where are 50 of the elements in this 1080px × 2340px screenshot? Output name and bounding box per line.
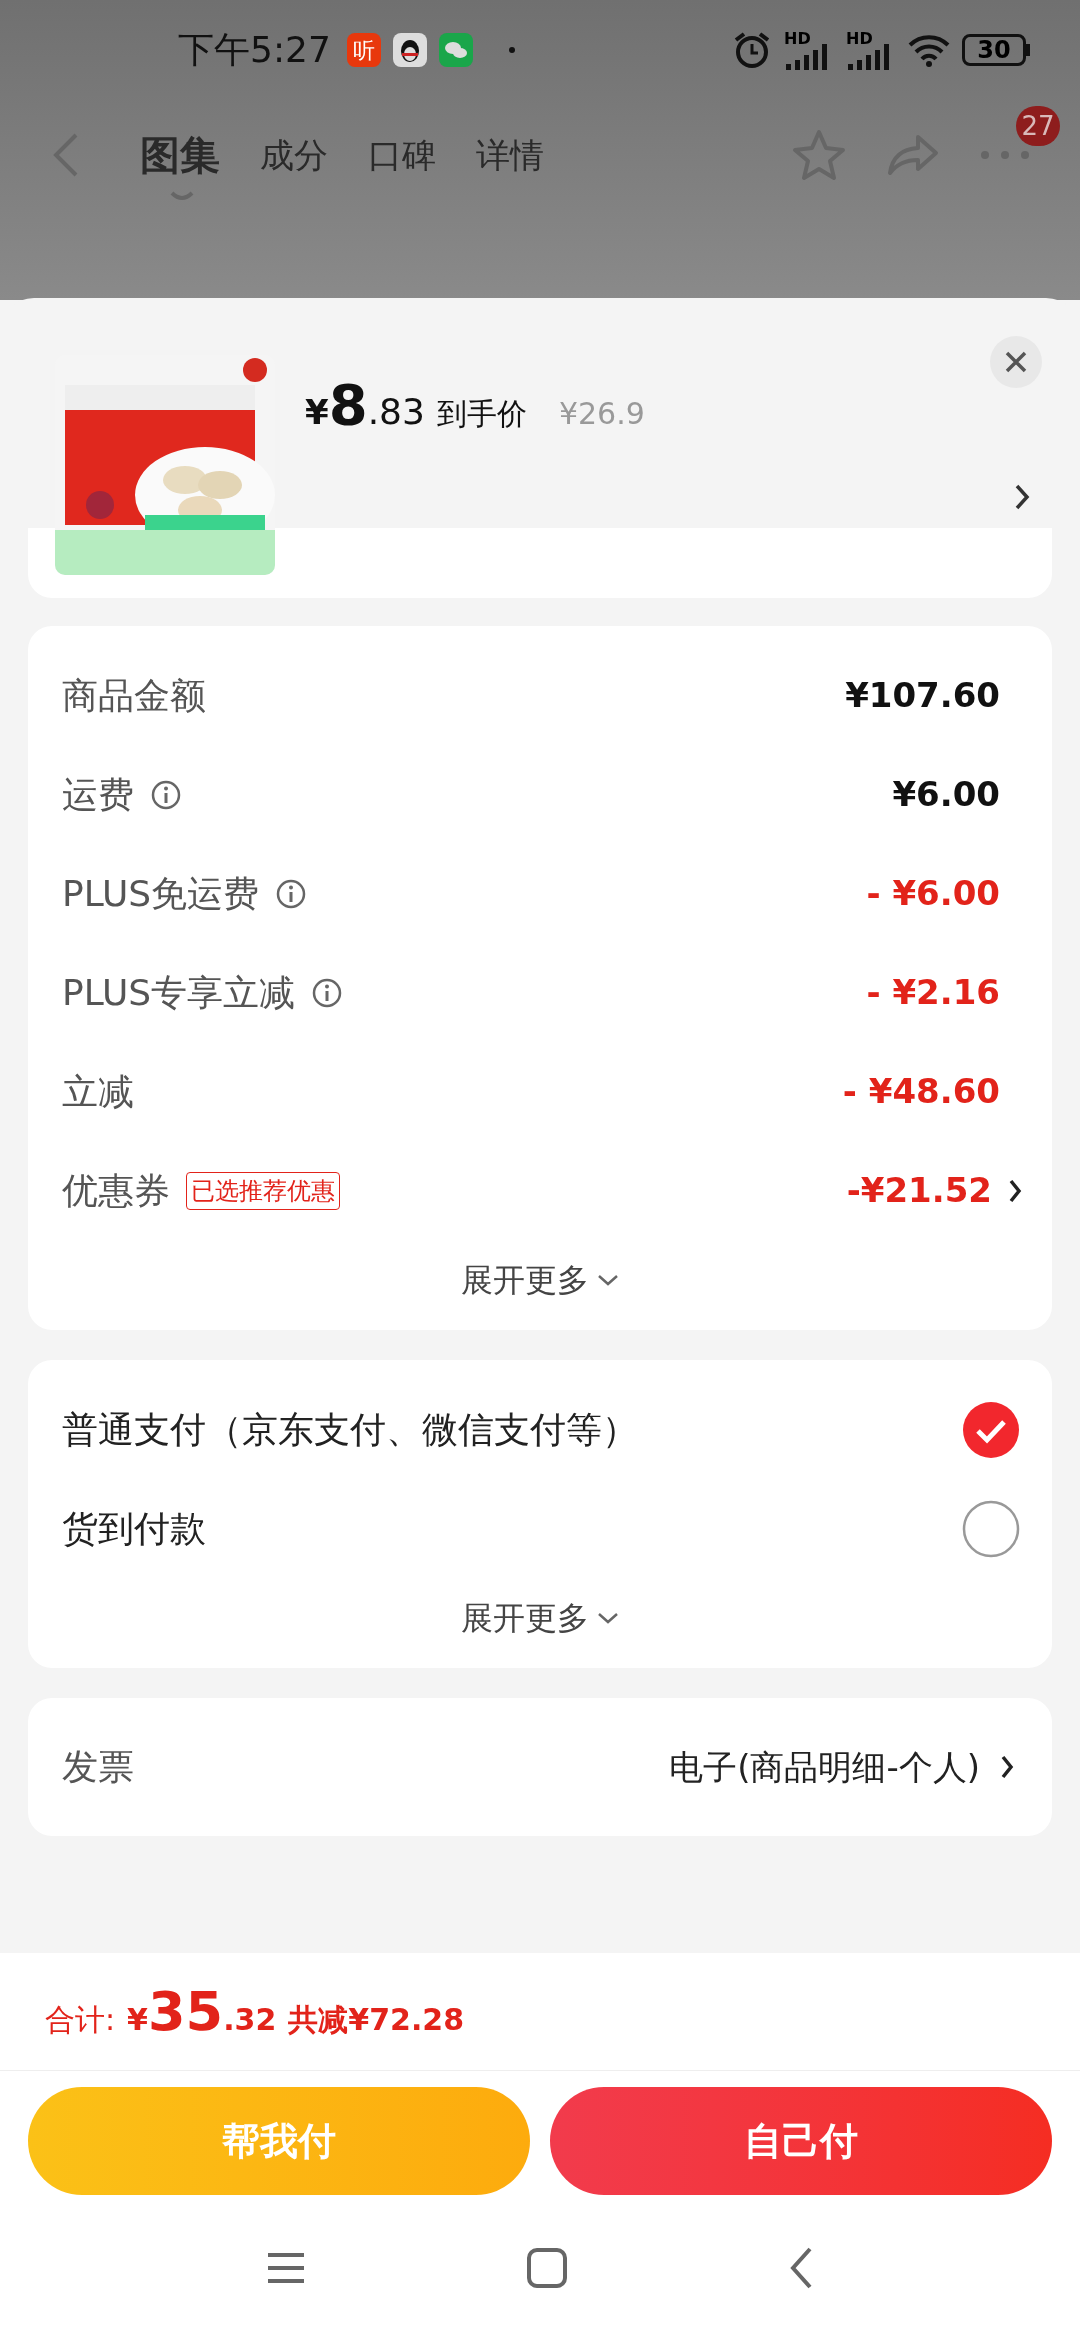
app-notification-icon: 听 xyxy=(346,33,381,67)
fee-label: 立减 xyxy=(62,1069,134,1114)
fee-value: - ¥6.00 xyxy=(866,872,1000,915)
penguin-icon xyxy=(392,33,427,67)
fee-value: -¥21.52 xyxy=(846,1169,992,1212)
fee-value: ¥6.00 xyxy=(892,773,1000,816)
network-type-label: HD xyxy=(846,28,873,50)
network-type-label: HD xyxy=(784,28,811,50)
nav-tab[interactable]: 详情 xyxy=(476,129,544,181)
chevron-icon[interactable] xyxy=(1000,1754,1014,1780)
caret-icon xyxy=(597,1274,619,1286)
chat-icon xyxy=(438,33,473,67)
nav-tab[interactable]: 图集 xyxy=(140,125,220,185)
tab-indicator-icon xyxy=(170,191,194,203)
fee-value: ¥107.60 xyxy=(845,674,1000,717)
nav-tab[interactable]: 口碑 xyxy=(368,129,436,181)
original-price: ¥26.9 xyxy=(558,395,645,433)
close-icon xyxy=(1005,351,1027,373)
notification-badge: 27 xyxy=(1016,106,1060,146)
invoice-label: 发票 xyxy=(62,1745,134,1789)
caret-icon xyxy=(597,1612,619,1624)
expand-more-button[interactable]: 展开更多 xyxy=(461,1578,619,1658)
fee-label: 运费 xyxy=(62,772,134,817)
fee-label: 商品金额 xyxy=(62,673,206,718)
back-icon[interactable] xyxy=(788,2245,814,2290)
expand-more-button[interactable]: 展开更多 xyxy=(461,1240,619,1320)
status-time: 下午5:27 xyxy=(178,28,331,72)
price-text: ¥8.83 xyxy=(305,371,425,433)
fee-label: PLUS免运费 xyxy=(62,871,260,916)
menu-icon[interactable] xyxy=(266,2250,306,2285)
alarm-icon xyxy=(732,30,772,70)
fee-label: 优惠券 xyxy=(62,1168,170,1213)
chevron-icon[interactable] xyxy=(1014,483,1030,511)
pay-button[interactable]: 自己付 xyxy=(550,2087,1052,2195)
chevron-icon[interactable] xyxy=(1008,1177,1022,1204)
dot-icon xyxy=(508,47,515,53)
wifi-icon xyxy=(908,33,950,67)
star-icon[interactable] xyxy=(792,129,846,181)
price-label: 到手价 xyxy=(436,395,527,433)
close-button[interactable] xyxy=(990,336,1042,388)
coupon-tag: 已选推荐优惠 xyxy=(186,1171,340,1210)
payment-option[interactable]: 普通支付（京东支付、微信支付等） xyxy=(28,1380,1052,1479)
fee-value: - ¥2.16 xyxy=(866,971,1000,1014)
nav-tab[interactable]: 成分 xyxy=(260,129,328,181)
order-total: 合计: ¥35.32 共减¥72.28 xyxy=(45,1979,465,2045)
home-icon[interactable] xyxy=(526,2246,568,2289)
fee-value: - ¥48.60 xyxy=(842,1070,1000,1113)
fee-label: PLUS专享立减 xyxy=(62,970,296,1015)
invoice-value[interactable]: 电子(商品明细-个人) xyxy=(669,1741,980,1793)
payment-option[interactable]: 货到付款 xyxy=(28,1479,1052,1578)
